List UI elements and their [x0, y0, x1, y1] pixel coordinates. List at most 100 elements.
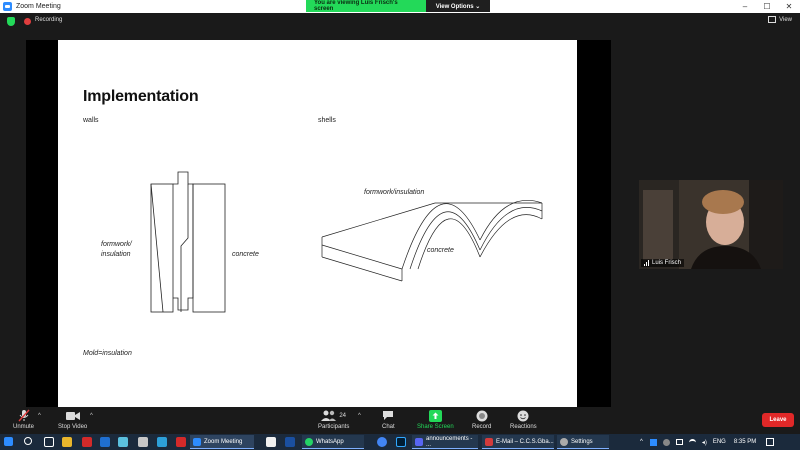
shell-section-diagram — [321, 199, 543, 282]
taskbar-settings[interactable]: Settings — [557, 435, 609, 449]
shell-concrete-label: concrete — [427, 247, 454, 254]
zoom-logo-icon — [3, 2, 12, 11]
window-title: Zoom Meeting — [16, 3, 61, 10]
video-options-caret-icon[interactable]: ^ — [90, 413, 93, 419]
view-options-button[interactable]: View Options ⌄ — [426, 0, 490, 12]
participants-label: Participants — [318, 424, 350, 430]
reactions-button[interactable]: Reactions — [510, 409, 537, 430]
language-indicator[interactable]: ENG — [713, 439, 726, 445]
close-icon[interactable]: ✕ — [778, 0, 800, 13]
unmute-button[interactable]: Unmute — [13, 409, 34, 430]
zoom-tray-icon[interactable] — [649, 438, 657, 446]
shells-label: shells — [318, 117, 336, 124]
concrete-label: concrete — [232, 251, 259, 258]
taskbar-announcements[interactable]: announcements - ... — [412, 435, 478, 449]
slide-title: Implementation — [83, 88, 199, 105]
chat-label: Chat — [382, 424, 395, 430]
app-icon-5[interactable] — [266, 437, 276, 447]
stop-video-button[interactable]: Stop Video — [58, 409, 87, 430]
volume-icon[interactable]: ◂) — [702, 439, 707, 446]
formwork-label-line1: formwork/ — [101, 241, 132, 248]
system-tray: ^ ◂) ENG 8:35 PM — [640, 434, 775, 450]
participants-icon: 24 — [321, 409, 346, 422]
unmute-label: Unmute — [13, 424, 35, 430]
zoom-window: Zoom Meeting – ☐ ✕ You are viewing Luis … — [0, 0, 800, 450]
maximize-icon[interactable]: ☐ — [756, 0, 778, 13]
formwork-label-line2: insulation — [101, 251, 131, 258]
whatsapp-icon — [305, 438, 313, 446]
taskbar-app-label: Zoom Meeting — [204, 438, 243, 445]
app-icon-2[interactable] — [138, 437, 148, 447]
windows-taskbar: Zoom Meeting WhatsApp announcements - ..… — [0, 434, 800, 450]
discord-icon — [415, 438, 423, 446]
zoom-app-icon — [193, 438, 201, 446]
taskbar-app-label: announcements - ... — [426, 435, 473, 448]
participants-options-caret-icon[interactable]: ^ — [358, 413, 361, 419]
recording-icon[interactable] — [24, 18, 31, 25]
shield-icon[interactable] — [7, 17, 15, 26]
walls-label: walls — [83, 117, 99, 124]
file-explorer-icon[interactable] — [62, 437, 72, 447]
chat-button[interactable]: Chat — [382, 409, 395, 430]
pdf-reader-icon[interactable] — [82, 437, 92, 447]
app-icon-3[interactable] — [157, 437, 167, 447]
app-icon-1[interactable] — [118, 437, 128, 447]
slide-footnote: Mold=insulation — [83, 350, 132, 357]
search-icon[interactable] — [24, 437, 32, 445]
participants-button[interactable]: 24 Participants — [318, 409, 349, 430]
minimize-icon[interactable]: – — [734, 0, 756, 13]
participants-count: 24 — [339, 412, 347, 419]
signal-bars-icon — [644, 260, 649, 266]
view-button[interactable]: View — [768, 16, 792, 23]
meeting-toolbar: Unmute ^ Stop Video ^ 24 Participants ^ … — [0, 407, 800, 434]
chevron-up-icon[interactable]: ^ — [640, 439, 643, 445]
record-icon — [476, 409, 488, 422]
share-screen-button[interactable]: Share Screen — [417, 409, 454, 430]
share-screen-label: Share Screen — [417, 424, 454, 430]
grid-view-icon — [768, 16, 777, 23]
microphone-muted-icon — [17, 409, 30, 422]
meeting-info-bar: Recording View — [0, 13, 800, 31]
taskbar-email[interactable]: E-Mail – C.C.S.Gba... — [482, 435, 554, 449]
gear-icon — [560, 438, 568, 446]
window-controls: – ☐ ✕ — [734, 0, 800, 13]
taskbar-app-label: WhatsApp — [316, 438, 344, 445]
notifications-icon[interactable] — [766, 438, 775, 446]
record-label: Record — [472, 424, 492, 430]
audio-options-caret-icon[interactable]: ^ — [38, 413, 41, 419]
task-view-icon[interactable] — [44, 437, 54, 447]
video-camera-icon — [65, 409, 80, 422]
wifi-icon[interactable] — [688, 438, 696, 446]
battery-icon[interactable] — [675, 439, 683, 445]
share-screen-icon — [428, 409, 442, 422]
app-icon-6[interactable] — [285, 437, 295, 447]
recording-label: Recording — [35, 17, 63, 23]
taskbar-whatsapp[interactable]: WhatsApp — [302, 435, 364, 449]
mail-icon — [485, 438, 493, 446]
stop-video-label: Stop Video — [58, 424, 88, 430]
chrome-icon[interactable] — [377, 437, 387, 447]
windows-start-icon[interactable] — [4, 437, 13, 446]
presentation-slide: Implementation walls shells formwork/ in… — [58, 40, 577, 407]
participant-video-frame — [639, 180, 783, 269]
reactions-label: Reactions — [510, 424, 537, 430]
share-banner: You are viewing Luis Frisch's screen Vie… — [306, 0, 490, 12]
participant-video-tile[interactable]: Luis Frisch — [639, 180, 783, 269]
clock[interactable]: 8:35 PM — [734, 439, 756, 445]
app-icon-4[interactable] — [176, 437, 186, 447]
bluetooth-icon[interactable] — [662, 438, 670, 446]
taskbar-zoom-meeting[interactable]: Zoom Meeting — [190, 435, 254, 449]
leave-button[interactable]: Leave — [762, 413, 794, 427]
wall-section-diagram — [150, 171, 226, 313]
chat-bubble-icon — [382, 409, 394, 422]
taskbar-app-label: Settings — [571, 438, 593, 445]
taskbar-app-label: E-Mail – C.C.S.Gba... — [496, 438, 554, 445]
smiley-icon — [517, 409, 529, 422]
record-button[interactable]: Record — [472, 409, 491, 430]
word-icon[interactable] — [100, 437, 110, 447]
view-label: View — [779, 16, 792, 23]
participant-name-label: Luis Frisch — [641, 259, 685, 267]
photoshop-icon[interactable] — [396, 437, 406, 447]
shell-formwork-label: formwork/insulation — [364, 189, 425, 196]
viewing-screen-label: You are viewing Luis Frisch's screen — [306, 0, 426, 12]
